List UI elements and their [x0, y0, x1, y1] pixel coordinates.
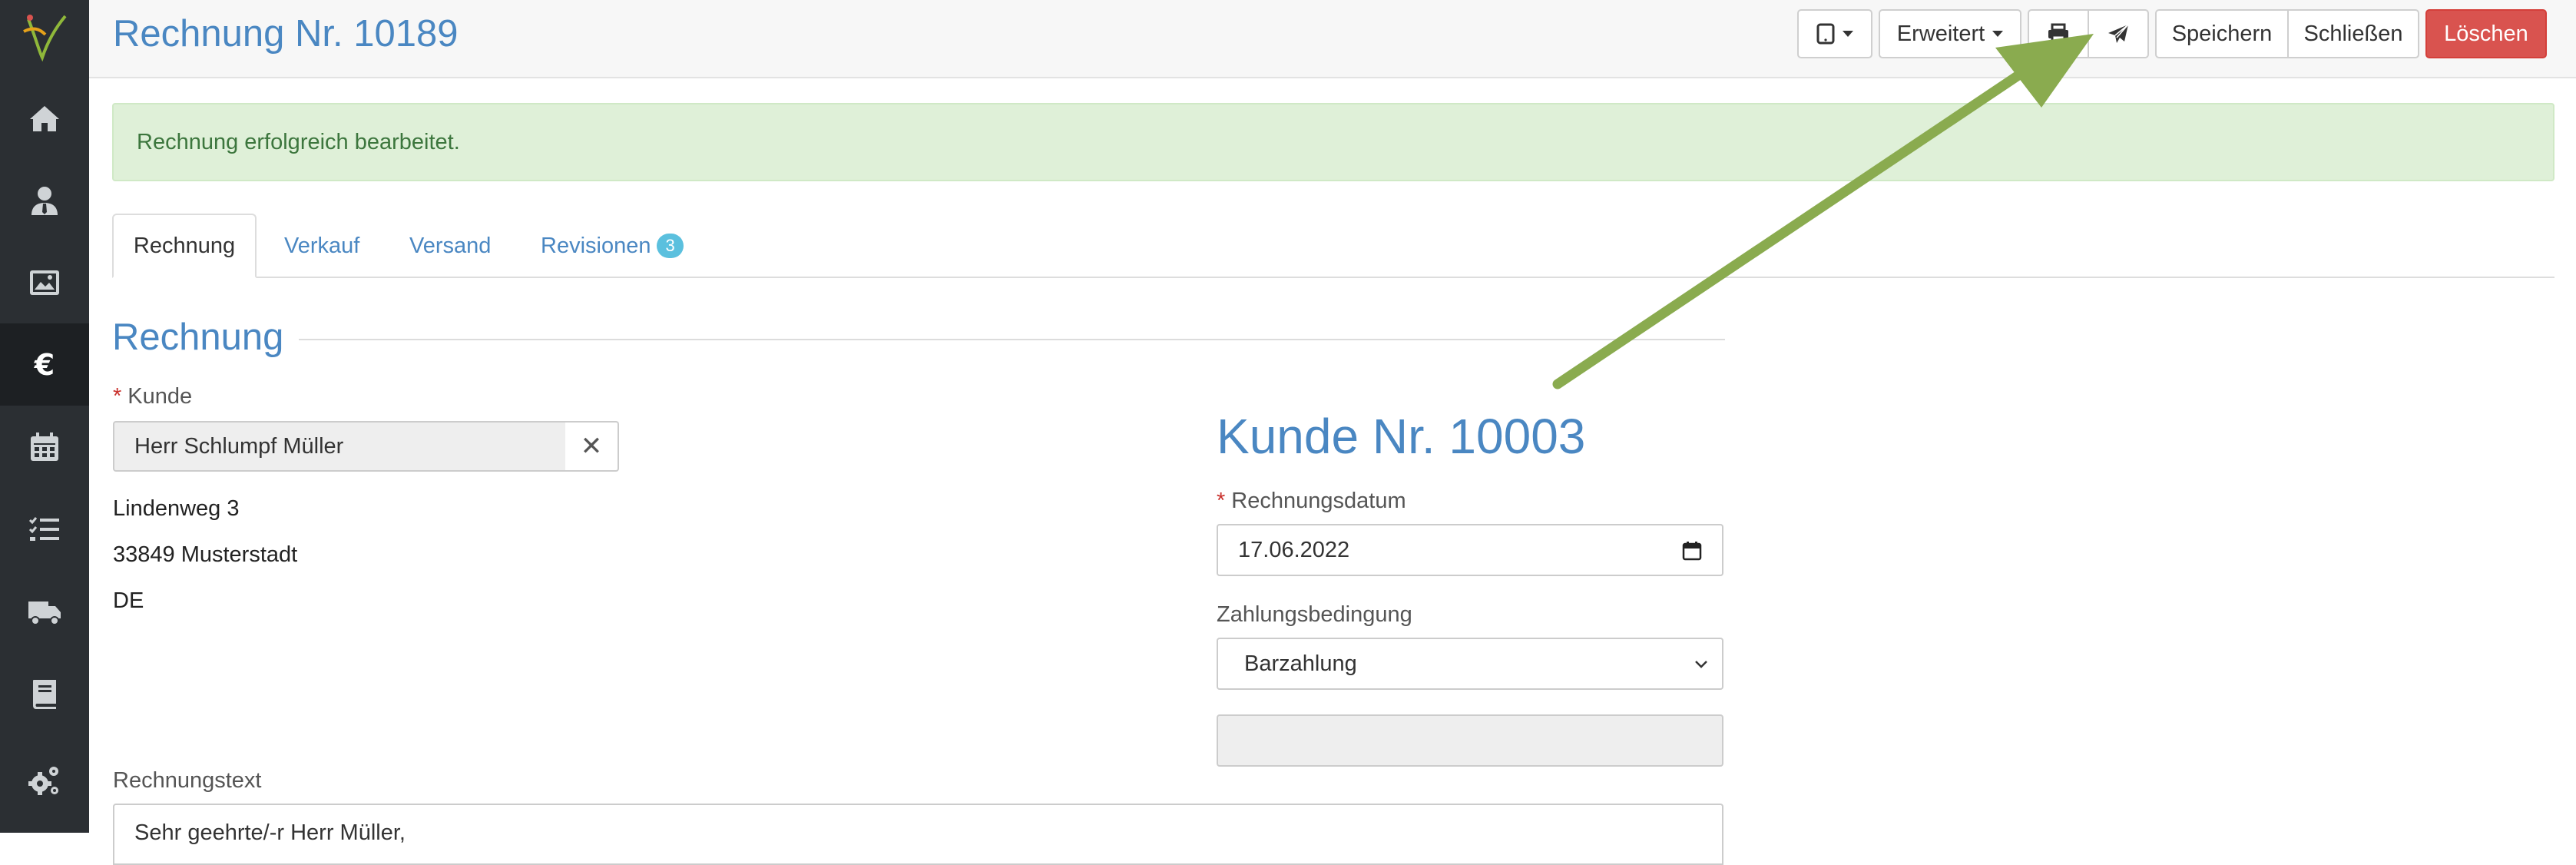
- sidebar-item-home[interactable]: [0, 77, 89, 159]
- sidebar-item-tasks[interactable]: [0, 488, 89, 570]
- section-divider: [112, 339, 1725, 340]
- customer-label-text: Kunde: [127, 384, 193, 409]
- payment-terms-value: Barzahlung: [1244, 651, 1357, 676]
- send-button[interactable]: [2088, 9, 2149, 58]
- sidebar-item-documentation[interactable]: [0, 652, 89, 734]
- customer-field[interactable]: Herr Schlumpf Müller: [113, 421, 567, 472]
- invoice-text-value: Sehr geehrte/-r Herr Müller,: [134, 820, 406, 845]
- close-button[interactable]: Schließen: [2287, 9, 2419, 58]
- invoice-date-label-text: Rechnungsdatum: [1231, 489, 1406, 513]
- print-button[interactable]: [2028, 9, 2089, 58]
- customer-label: * Kunde: [113, 384, 192, 409]
- success-alert-message: Rechnung erfolgreich bearbeitet.: [137, 129, 460, 154]
- address-street: Lindenweg 3: [113, 496, 240, 521]
- tab-sales[interactable]: Verkauf: [284, 214, 359, 278]
- success-alert: Rechnung erfolgreich bearbeitet.: [112, 103, 2554, 181]
- address-country: DE: [113, 588, 144, 613]
- close-icon: ✕: [580, 432, 603, 461]
- customer-number-title: Kunde Nr. 10003: [1217, 409, 1586, 464]
- delete-button[interactable]: Löschen: [2425, 9, 2547, 58]
- payment-terms-label: Zahlungsbedingung: [1217, 602, 1412, 627]
- print-icon: [2048, 23, 2068, 45]
- chevron-down-icon: [1992, 31, 2004, 37]
- invoice-date-value: 17.06.2022: [1238, 537, 1350, 562]
- euro-icon: €: [34, 348, 55, 382]
- sidebar-item-shipping[interactable]: [0, 570, 89, 652]
- customer-value: Herr Schlumpf Müller: [134, 433, 344, 459]
- sidebar-item-settings[interactable]: [0, 739, 89, 821]
- payment-terms-select[interactable]: Barzahlung: [1217, 638, 1723, 690]
- invoice-date-input[interactable]: 17.06.2022: [1217, 524, 1723, 576]
- tab-invoice-label: Rechnung: [133, 233, 236, 258]
- save-button[interactable]: Speichern: [2155, 9, 2289, 58]
- svg-text:€: €: [34, 348, 55, 382]
- app-logo[interactable]: [0, 0, 89, 71]
- sidebar: €: [0, 0, 89, 833]
- cogs-icon: [28, 766, 58, 795]
- tab-revisions-label: Revisionen: [541, 233, 651, 258]
- user-tie-icon: [31, 186, 58, 215]
- sidebar-item-invoices[interactable]: €: [0, 323, 89, 406]
- tab-shipping[interactable]: Versand: [409, 214, 491, 278]
- home-icon: [30, 105, 59, 131]
- chevron-down-icon: [1843, 31, 1853, 37]
- revisions-count-badge: 3: [657, 234, 684, 258]
- image-icon: [30, 270, 59, 295]
- payment-details-field: [1217, 714, 1723, 767]
- tab-shipping-label: Versand: [409, 233, 492, 258]
- clear-customer-button[interactable]: ✕: [565, 421, 619, 472]
- truck-icon: [28, 601, 61, 625]
- send-icon: [2108, 24, 2129, 43]
- invoice-text-textarea[interactable]: Sehr geehrte/-r Herr Müller,: [113, 804, 1723, 865]
- sidebar-item-media[interactable]: [0, 241, 89, 323]
- logo-icon: [23, 15, 67, 62]
- page-title: Rechnung Nr. 10189: [113, 13, 459, 55]
- sidebar-item-customers[interactable]: [0, 159, 89, 241]
- section-title: Rechnung: [112, 313, 300, 361]
- calendar-icon[interactable]: [1682, 541, 1702, 561]
- device-view-dropdown[interactable]: [1797, 9, 1872, 58]
- invoice-date-label: * Rechnungsdatum: [1217, 489, 1406, 514]
- calendar-icon: [31, 432, 58, 461]
- chevron-down-icon: [1695, 661, 1707, 668]
- book-icon: [33, 679, 56, 709]
- required-marker: *: [113, 384, 122, 409]
- required-marker: *: [1217, 489, 1226, 513]
- tab-invoice[interactable]: Rechnung: [112, 214, 257, 278]
- invoice-text-label: Rechnungstext: [113, 768, 262, 793]
- tab-sales-label: Verkauf: [284, 233, 360, 258]
- tablet-icon: [1816, 23, 1835, 45]
- tab-revisions[interactable]: Revisionen 3: [541, 214, 684, 278]
- address-city: 33849 Musterstadt: [113, 542, 298, 567]
- extended-dropdown-label: Erweitert: [1896, 21, 1985, 46]
- sidebar-item-calendar[interactable]: [0, 406, 89, 488]
- task-list-icon: [28, 516, 59, 541]
- extended-dropdown-button[interactable]: Erweitert: [1879, 9, 2021, 58]
